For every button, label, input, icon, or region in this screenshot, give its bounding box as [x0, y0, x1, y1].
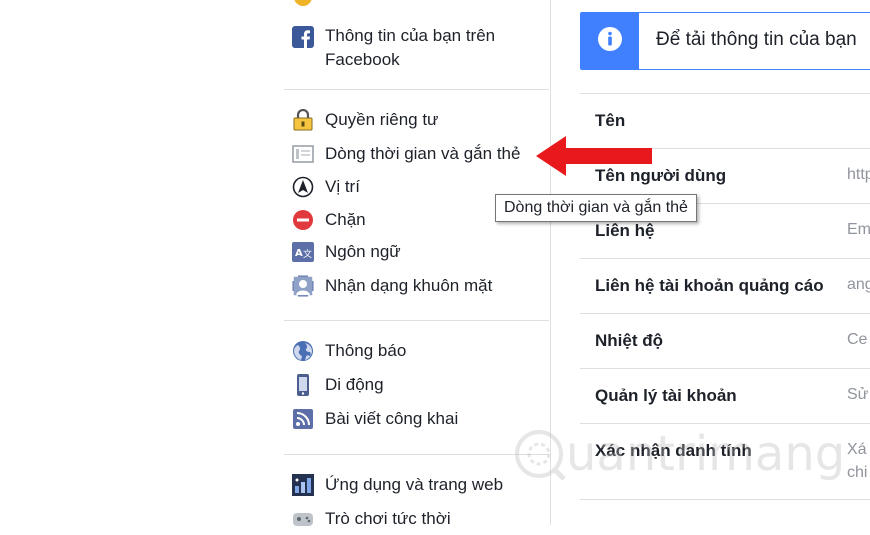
row-value: Xá — [847, 441, 867, 458]
sidebar-divider — [284, 89, 549, 90]
sidebar-item-label: Ngôn ngữ — [325, 242, 401, 261]
row-value: ang — [847, 276, 870, 293]
tooltip: Dòng thời gian và gắn thẻ — [495, 194, 697, 222]
row-label: Liên hệ — [595, 221, 655, 240]
sidebar-item-blocking[interactable]: Chặn — [292, 207, 366, 233]
settings-row-ad-account-contact[interactable]: Liên hệ tài khoản quảng cáo ang — [580, 258, 870, 313]
sidebar-item-label: Vị trí — [325, 177, 360, 196]
rss-feed-icon — [292, 408, 314, 430]
svg-text:文: 文 — [303, 248, 312, 260]
row-label: Liên hệ tài khoản quảng cáo — [595, 276, 824, 295]
language-icon: A文 — [292, 241, 314, 263]
banner-text: Để tải thông tin của bạn — [656, 29, 857, 50]
apps-grid-icon — [292, 474, 314, 496]
row-value-line2: chi — [847, 464, 868, 481]
sidebar-item-label: Trò chơi tức thời — [325, 509, 451, 528]
row-value: Sử — [847, 386, 869, 403]
row-value: Em — [847, 221, 870, 238]
row-value: Ce — [847, 331, 868, 348]
face-recognition-icon — [292, 275, 314, 297]
sidebar-item-label: Dòng thời gian và gắn thẻ — [325, 144, 521, 163]
sidebar-item-your-information[interactable]: Thông tin của bạn trên Facebook — [292, 24, 495, 70]
sidebar-item-cut-off[interactable] — [292, 0, 325, 10]
settings-sidebar: Thông tin của bạn trên Facebook Quyền ri… — [284, 0, 551, 528]
info-icon — [597, 26, 623, 57]
row-label: Xác nhận danh tính — [595, 441, 752, 460]
red-arrow-annotation — [534, 133, 654, 184]
sidebar-item-notifications[interactable]: Thông báo — [292, 338, 406, 364]
lock-icon — [292, 108, 314, 131]
sidebar-item-label: Nhận dạng khuôn mặt — [325, 276, 493, 295]
settings-row-account-management[interactable]: Quản lý tài khoản Sử — [580, 368, 870, 423]
row-value: http — [847, 166, 870, 183]
sidebar-item-mobile[interactable]: Di động — [292, 372, 384, 398]
mobile-phone-icon — [292, 374, 314, 396]
settings-main-panel: Để tải thông tin của bạn Tên Tên người d… — [580, 0, 870, 525]
banner-icon-box — [581, 13, 639, 69]
facebook-icon — [292, 26, 314, 48]
settings-row-identity-confirmation[interactable]: Xác nhận danh tính Xá chi — [580, 423, 870, 500]
settings-row-next — [580, 499, 870, 526]
sidebar-item-instant-games[interactable]: Trò chơi tức thời — [292, 506, 451, 532]
sidebar-item-timeline-tagging[interactable]: Dòng thời gian và gắn thẻ — [292, 141, 520, 167]
sidebar-item-label: Thông báo — [325, 341, 407, 360]
sidebar-item-apps-websites[interactable]: Ứng dụng và trang web — [292, 472, 503, 498]
sidebar-divider — [284, 454, 549, 455]
row-label: Nhiệt độ — [595, 331, 663, 350]
row-label: Quản lý tài khoản — [595, 386, 737, 405]
sidebar-item-label: Quyền riêng tư — [325, 110, 439, 129]
info-banner: Để tải thông tin của bạn — [580, 12, 870, 70]
sidebar-item-label: Thông tin của bạn trên — [325, 26, 496, 45]
sidebar-item-label: Chặn — [325, 210, 366, 229]
row-label: Tên — [595, 111, 626, 130]
block-icon — [292, 209, 314, 231]
sidebar-item-language[interactable]: A文 Ngôn ngữ — [292, 239, 401, 265]
svg-text:A: A — [295, 248, 303, 259]
timeline-icon — [292, 143, 314, 165]
sidebar-item-label: Facebook — [325, 50, 400, 69]
sidebar-item-label: Di động — [325, 375, 384, 394]
sidebar-item-location[interactable]: Vị trí — [292, 174, 360, 200]
game-controller-icon — [292, 508, 314, 530]
sidebar-item-public-posts[interactable]: Bài viết công khai — [292, 406, 458, 432]
sidebar-item-privacy[interactable]: Quyền riêng tư — [292, 107, 438, 133]
settings-row-temperature[interactable]: Nhiệt độ Ce — [580, 313, 870, 368]
sidebar-divider — [284, 320, 549, 321]
sidebar-item-label: Bài viết công khai — [325, 409, 459, 428]
globe-icon — [292, 340, 314, 362]
sidebar-item-label: Ứng dụng và trang web — [325, 475, 504, 494]
sidebar-item-face-recognition[interactable]: Nhận dạng khuôn mặt — [292, 273, 492, 299]
clipped-icon — [292, 0, 314, 8]
location-arrow-icon — [292, 176, 314, 198]
